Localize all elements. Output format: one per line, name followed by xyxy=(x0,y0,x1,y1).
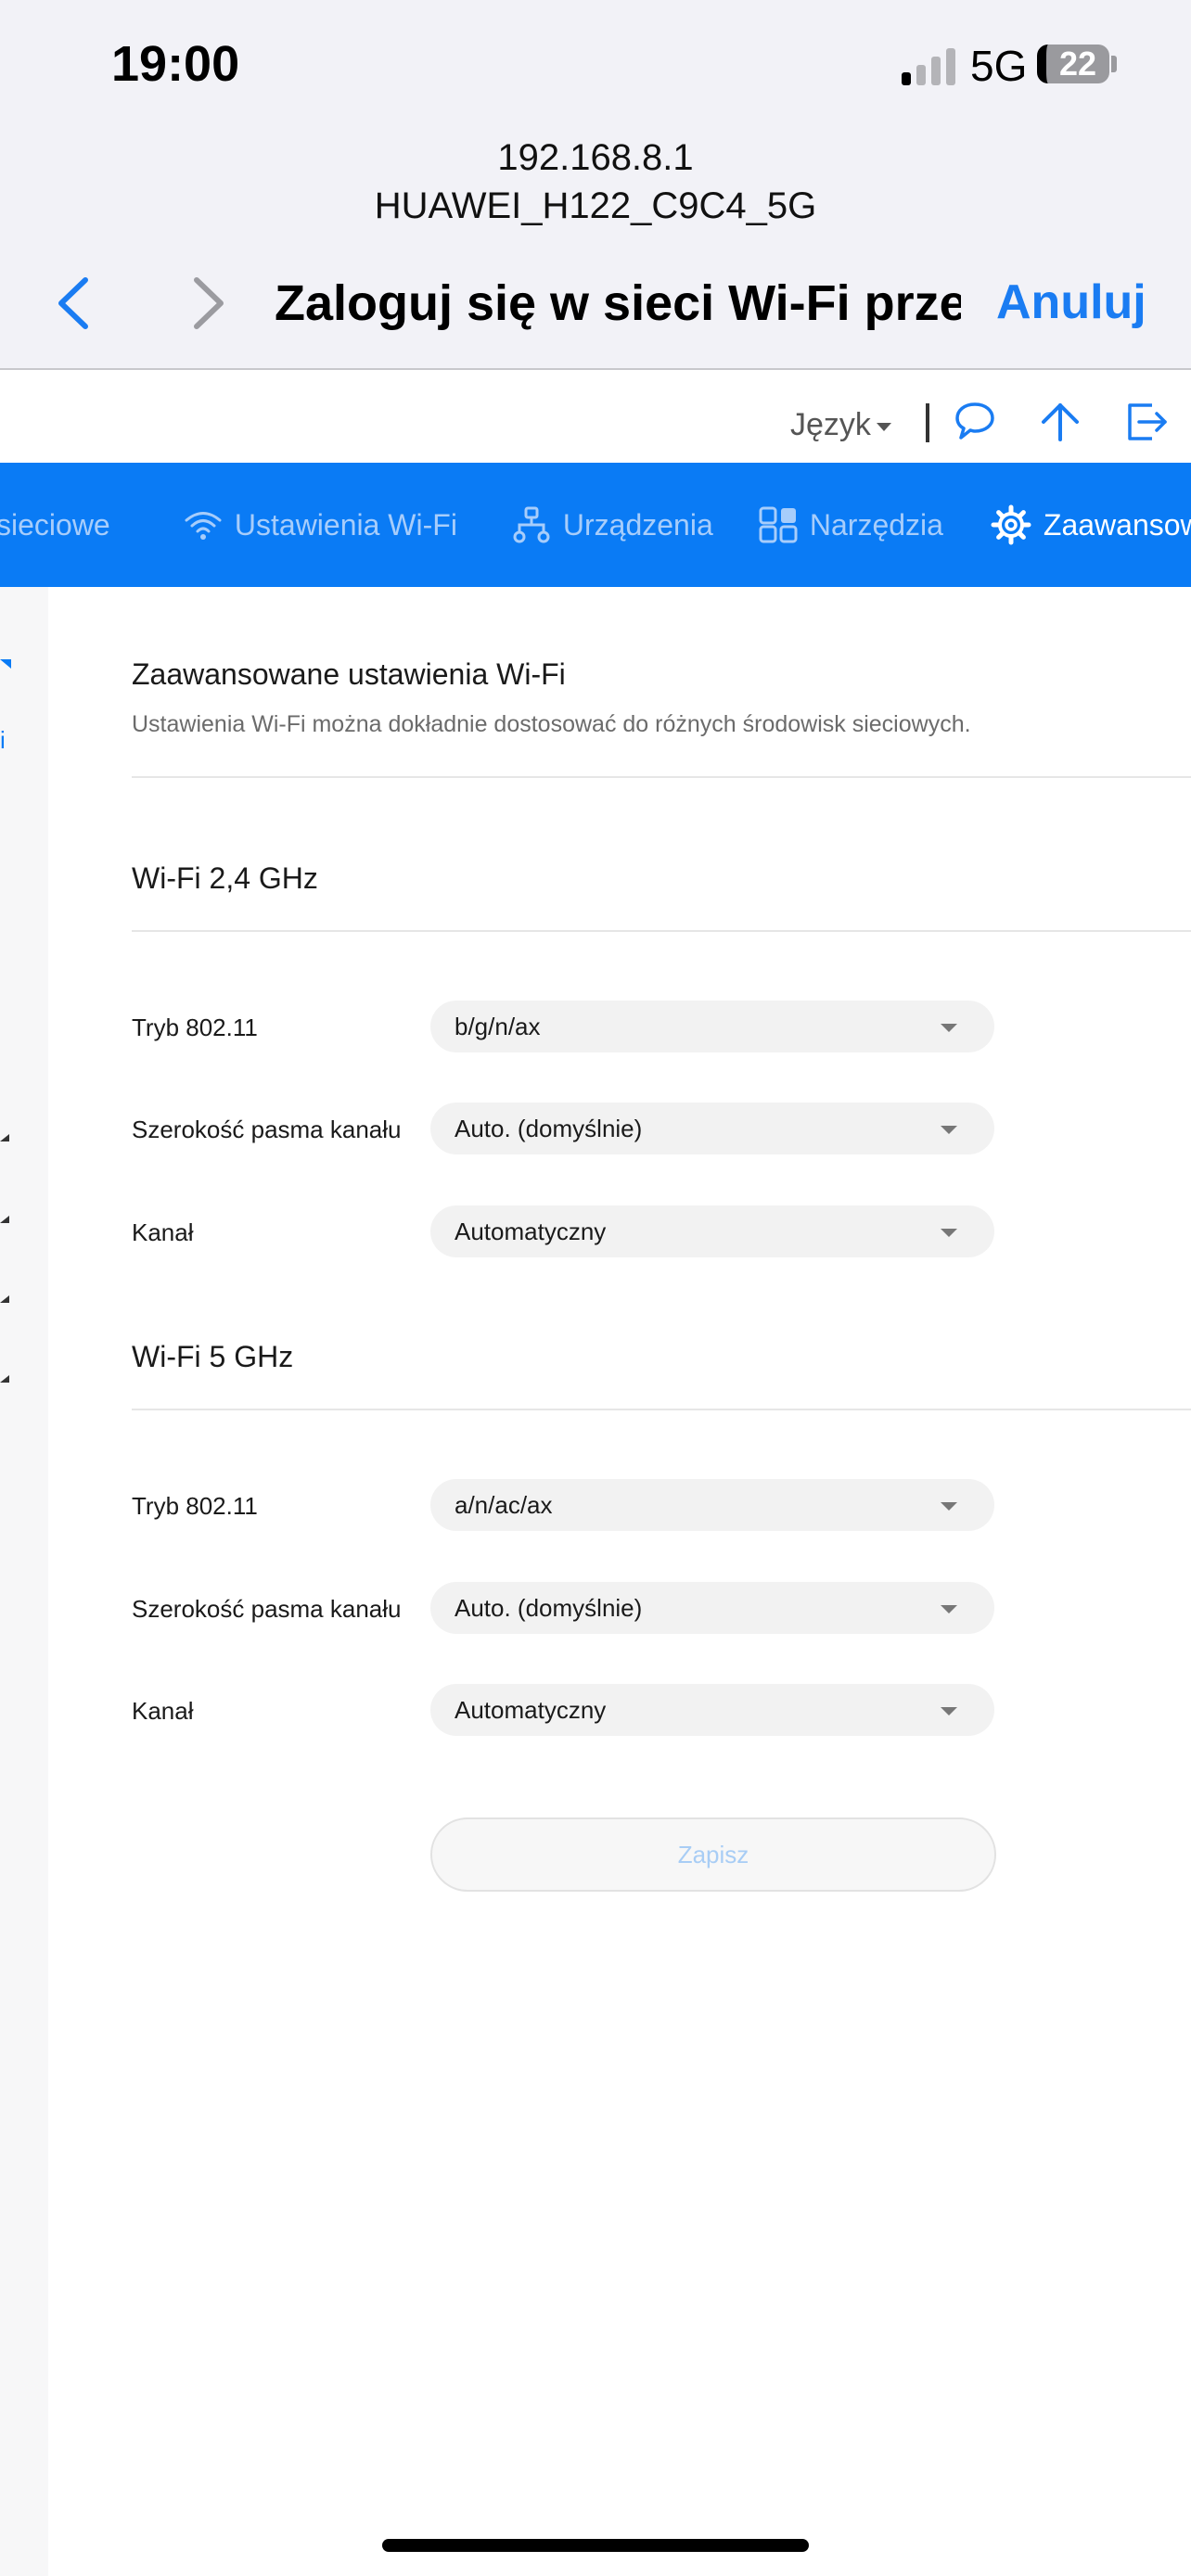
portal-title: Zaloguj się w sieci Wi-Fi prze... xyxy=(275,275,961,331)
select-value: b/g/n/ax xyxy=(455,1013,541,1040)
nav-item-label: Zaawansowane xyxy=(1043,508,1191,542)
select-value: Automatyczny xyxy=(455,1696,607,1724)
wifi-icon xyxy=(185,511,222,540)
caret-down-icon xyxy=(941,1707,957,1715)
toolbar-divider xyxy=(926,403,929,442)
status-bar: 19:00 5G 22 xyxy=(0,0,1191,130)
nav-item-devices[interactable]: Urządzenia xyxy=(512,463,713,587)
nav-item-label: Ustawienia Wi-Fi xyxy=(234,508,457,542)
channel-select-5[interactable]: Automatyczny xyxy=(430,1684,994,1736)
gear-icon xyxy=(991,504,1031,545)
sidebar-caret-icon xyxy=(0,1134,9,1141)
sidebar-caret-icon xyxy=(0,1216,9,1223)
nav-item-label: Urządzenia xyxy=(562,508,713,542)
select-value: Auto. (domyślnie) xyxy=(455,1115,643,1142)
battery-level: 22 xyxy=(1058,45,1097,83)
caret-down-icon xyxy=(941,1229,957,1237)
channel-select-24[interactable]: Automatyczny xyxy=(430,1205,994,1257)
nav-item-label: sieciowe xyxy=(0,508,110,542)
upload-arrow-icon[interactable] xyxy=(1037,398,1083,444)
nav-item-tools[interactable]: Narzędzia xyxy=(759,463,943,587)
page-description: Ustawienia Wi-Fi można dokładnie dostoso… xyxy=(132,711,971,737)
field-label-bandwidth-5: Szerokość pasma kanału xyxy=(132,1595,402,1623)
bandwidth-select-24[interactable]: Auto. (domyślnie) xyxy=(430,1103,994,1154)
devices-icon xyxy=(513,506,550,543)
divider xyxy=(132,1409,1191,1410)
section-title-wifi-5: Wi-Fi 5 GHz xyxy=(132,1340,294,1373)
sidebar-caret-icon xyxy=(0,1295,9,1303)
nav-item-network[interactable]: sieciowe xyxy=(0,463,110,587)
nav-item-advanced[interactable]: Zaawansowane xyxy=(991,463,1191,587)
section-title-wifi-24: Wi-Fi 2,4 GHz xyxy=(132,861,318,895)
sidebar-active-marker xyxy=(0,659,11,669)
field-label-channel-24: Kanał xyxy=(132,1218,194,1246)
portal-ssid: HUAWEI_H122_C9C4_5G xyxy=(374,185,817,226)
logout-icon[interactable] xyxy=(1124,398,1171,444)
main-nav: sieciowe Ustawienia Wi-Fi Urządzenia Nar… xyxy=(0,463,1191,587)
sidebar-item-fragment[interactable]: i xyxy=(0,726,6,755)
nav-item-label: Narzędzia xyxy=(809,508,943,542)
home-indicator xyxy=(382,2539,809,2552)
status-time: 19:00 xyxy=(111,36,240,92)
network-type: 5G xyxy=(970,42,1028,90)
page-title: Zaawansowane ustawienia Wi-Fi xyxy=(132,657,566,691)
sidebar: i xyxy=(0,587,48,2576)
select-value: a/n/ac/ax xyxy=(455,1491,553,1519)
caret-down-icon xyxy=(941,1502,957,1511)
select-value: Auto. (domyślnie) xyxy=(455,1594,643,1622)
caret-down-icon xyxy=(876,422,891,431)
cellular-signal-icon xyxy=(902,48,955,85)
sidebar-caret-icon xyxy=(0,1375,9,1383)
divider xyxy=(132,776,1191,778)
language-select[interactable]: Język xyxy=(790,407,891,443)
field-label-mode-5: Tryb 802.11 xyxy=(132,1492,258,1520)
field-label-bandwidth-24: Szerokość pasma kanału xyxy=(132,1116,402,1143)
caret-down-icon xyxy=(941,1605,957,1613)
cancel-button[interactable]: Anuluj xyxy=(996,274,1146,330)
save-button[interactable]: Zapisz xyxy=(430,1817,996,1892)
divider xyxy=(132,930,1191,932)
tools-icon xyxy=(759,506,798,543)
caret-down-icon xyxy=(941,1024,957,1032)
mode-select-5[interactable]: a/n/ac/ax xyxy=(430,1479,994,1531)
nav-item-wifi-settings[interactable]: Ustawienia Wi-Fi xyxy=(184,463,457,587)
select-value: Automatyczny xyxy=(455,1218,607,1245)
router-top-bar: Język xyxy=(0,370,1191,463)
message-bubble-icon[interactable] xyxy=(952,398,998,444)
captive-portal-header: 192.168.8.1 HUAWEI_H122_C9C4_5G Zaloguj … xyxy=(0,130,1191,370)
portal-url: 192.168.8.1 xyxy=(497,137,694,178)
mode-select-24[interactable]: b/g/n/ax xyxy=(430,1001,994,1052)
bandwidth-select-5[interactable]: Auto. (domyślnie) xyxy=(430,1582,994,1634)
battery-tip xyxy=(1111,56,1117,72)
language-label: Język xyxy=(790,407,871,442)
forward-chevron-icon[interactable] xyxy=(180,271,236,336)
battery-icon: 22 xyxy=(1037,45,1109,83)
field-label-channel-5: Kanał xyxy=(132,1697,194,1725)
back-chevron-icon[interactable] xyxy=(48,271,104,336)
field-label-mode-24: Tryb 802.11 xyxy=(132,1014,258,1041)
caret-down-icon xyxy=(941,1126,957,1134)
